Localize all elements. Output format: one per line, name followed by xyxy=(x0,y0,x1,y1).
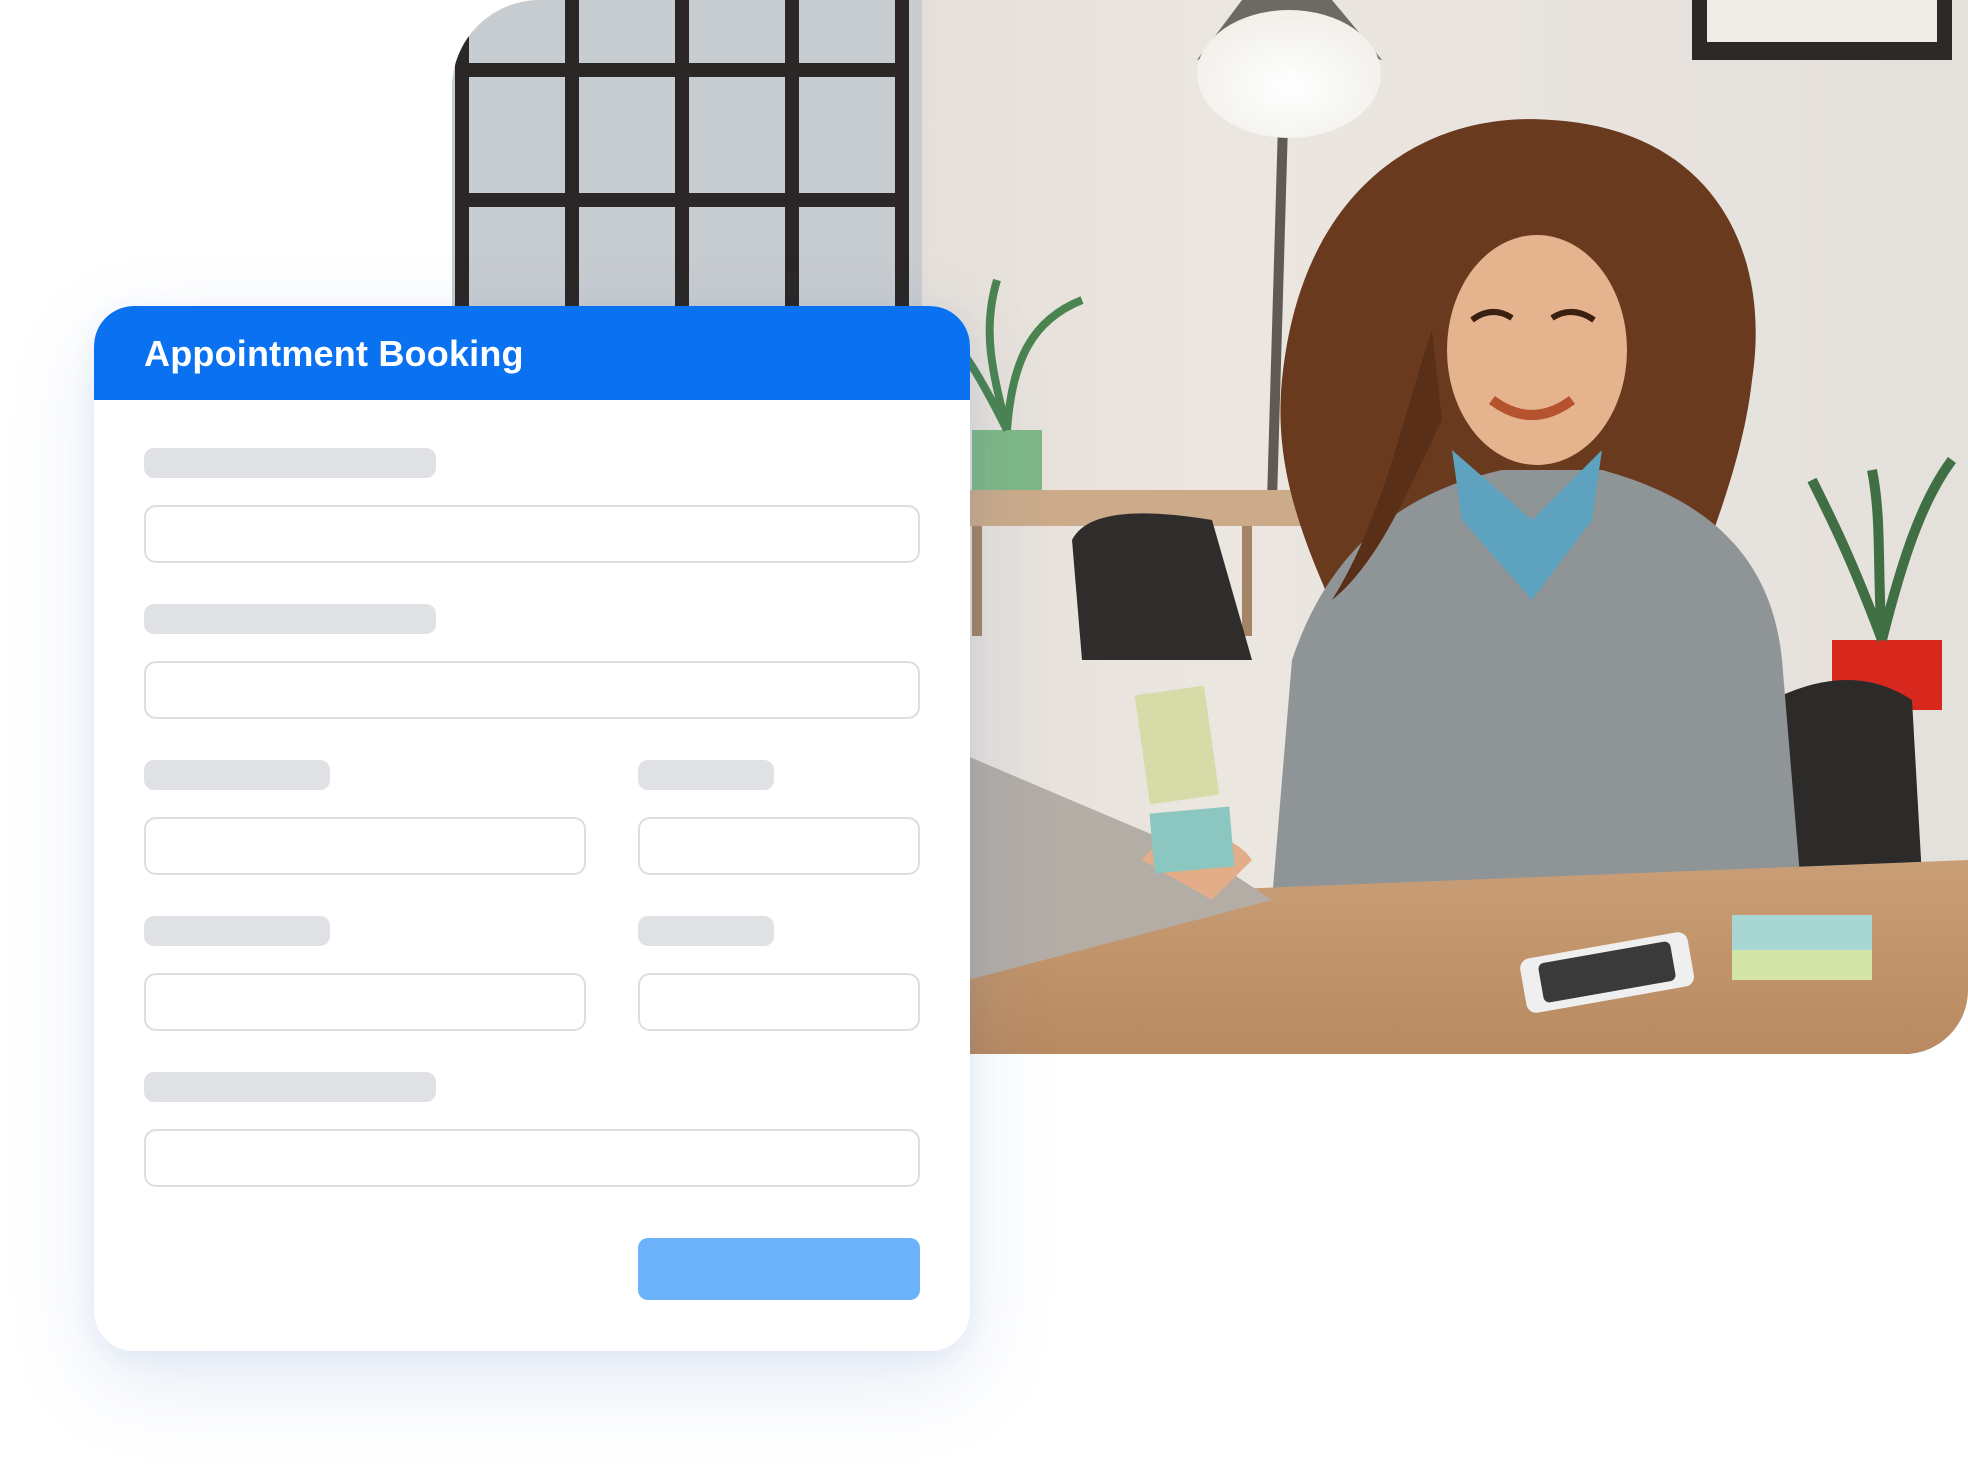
appointment-booking-card: Appointment Booking xyxy=(94,306,970,1351)
field-label-placeholder xyxy=(144,760,330,790)
text-field[interactable] xyxy=(144,505,920,563)
field-label-placeholder xyxy=(144,448,436,478)
field-label-placeholder xyxy=(638,916,774,946)
text-field[interactable] xyxy=(144,1129,920,1187)
submit-button[interactable] xyxy=(638,1238,920,1300)
field-label-placeholder xyxy=(144,1072,436,1102)
field-label-placeholder xyxy=(144,916,330,946)
text-field[interactable] xyxy=(144,973,586,1031)
card-title: Appointment Booking xyxy=(144,333,524,374)
field-label-placeholder xyxy=(144,604,436,634)
card-header: Appointment Booking xyxy=(94,306,970,400)
text-field[interactable] xyxy=(144,817,586,875)
text-field[interactable] xyxy=(638,817,920,875)
text-field[interactable] xyxy=(638,973,920,1031)
text-field[interactable] xyxy=(144,661,920,719)
field-label-placeholder xyxy=(638,760,774,790)
